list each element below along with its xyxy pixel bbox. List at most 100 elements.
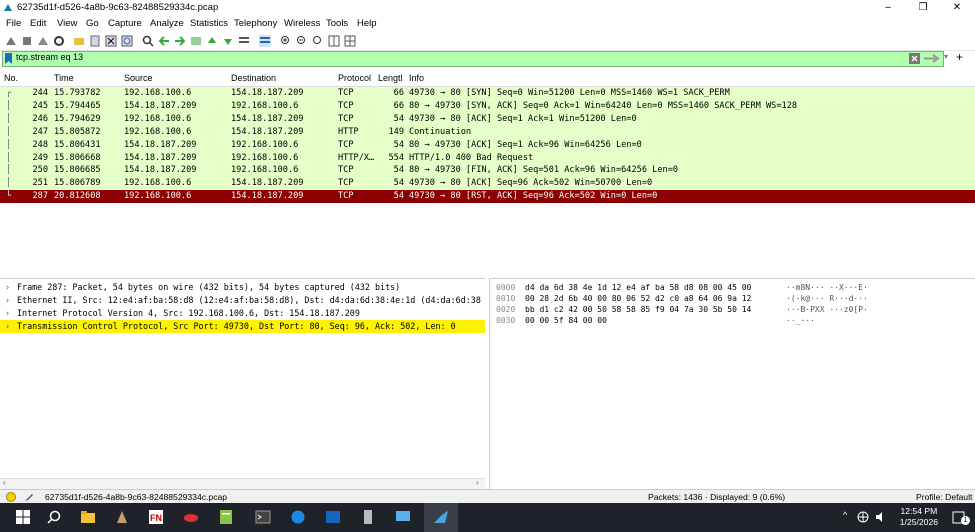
display-filter-input[interactable] bbox=[2, 51, 944, 67]
packet-row[interactable]: 248 15.806431 154.18.187.209 192.168.100.6 T… bbox=[0, 138, 975, 152]
normal-size-icon[interactable] bbox=[312, 35, 324, 47]
packet-row[interactable]: 250 15.806685 154.18.187.209 192.168.100.6 T… bbox=[0, 164, 975, 178]
expand-arrow-icon[interactable]: › bbox=[5, 320, 10, 333]
maximize-button[interactable]: ❐ bbox=[906, 0, 940, 16]
bytes-ascii[interactable]: ·(-k@··· R···d··· bbox=[786, 293, 868, 304]
wireshark-app-icon bbox=[4, 4, 12, 11]
auto-scroll-icon[interactable] bbox=[238, 35, 250, 47]
column-time[interactable]: Time bbox=[54, 73, 74, 83]
scroll-left-icon[interactable]: ‹ bbox=[3, 478, 6, 487]
capture-options-icon[interactable] bbox=[53, 35, 65, 47]
file-explorer-icon[interactable] bbox=[80, 509, 96, 525]
main-toolbar bbox=[0, 32, 975, 51]
apply-filter-icon[interactable] bbox=[923, 53, 941, 64]
clear-filter-icon[interactable] bbox=[909, 53, 920, 64]
detail-row-ethernet[interactable]: › Ethernet II, Src: 12:e4:af:ba:58:d8 (1… bbox=[0, 294, 485, 307]
network-app-icon[interactable] bbox=[290, 509, 306, 525]
go-first-packet-icon[interactable] bbox=[206, 35, 218, 47]
column-info[interactable]: Info bbox=[409, 73, 424, 83]
search-icon[interactable] bbox=[46, 509, 62, 525]
volume-icon[interactable] bbox=[875, 511, 887, 523]
menu-analyze[interactable]: Analyze bbox=[150, 18, 184, 29]
expand-arrow-icon[interactable]: › bbox=[5, 294, 10, 307]
menu-view[interactable]: View bbox=[57, 18, 77, 29]
menu-tools[interactable]: Tools bbox=[326, 18, 348, 29]
column-source[interactable]: Source bbox=[124, 73, 153, 83]
monitor-app-icon[interactable] bbox=[395, 509, 411, 525]
go-back-icon[interactable] bbox=[158, 35, 170, 47]
bytes-ascii[interactable]: ··m8N··· ··X···E· bbox=[786, 282, 868, 293]
go-forward-icon[interactable] bbox=[174, 35, 186, 47]
expand-arrow-icon[interactable]: › bbox=[5, 281, 10, 294]
packet-row[interactable]: 246 15.794629 192.168.100.6 154.18.187.209 T… bbox=[0, 112, 975, 126]
shark-fin-start-icon[interactable] bbox=[5, 35, 17, 47]
reload-file-icon[interactable] bbox=[121, 35, 133, 47]
filter-dropdown-icon[interactable]: ▾ bbox=[944, 52, 948, 61]
scroll-right-icon[interactable]: › bbox=[476, 478, 479, 487]
bytes-ascii[interactable]: ···B·PXX ···z0[P· bbox=[786, 304, 868, 315]
go-last-packet-icon[interactable] bbox=[222, 35, 234, 47]
menu-wireless[interactable]: Wireless bbox=[284, 18, 320, 29]
packet-row[interactable]: 247 15.805872 192.168.100.6 154.18.187.209 H… bbox=[0, 125, 975, 139]
taskbar-clock[interactable]: 12:54 PM 1/25/2026 bbox=[900, 506, 938, 528]
stop-capture-icon[interactable] bbox=[21, 35, 33, 47]
packet-row[interactable]: 287 20.812608 192.168.100.6 154.18.187.209 T… bbox=[0, 190, 975, 204]
bytes-offset: 0020 bbox=[496, 305, 516, 314]
menu-go[interactable]: Go bbox=[86, 18, 99, 29]
menu-help[interactable]: Help bbox=[357, 18, 377, 29]
add-filter-button[interactable]: + bbox=[956, 50, 963, 64]
column-protocol[interactable]: Protocol bbox=[338, 73, 371, 83]
packet-source: 154.18.187.209 bbox=[124, 100, 197, 111]
save-file-icon[interactable] bbox=[89, 35, 101, 47]
find-packet-icon[interactable] bbox=[142, 35, 154, 47]
packet-row[interactable]: 251 15.806789 192.168.100.6 154.18.187.209 T… bbox=[0, 177, 975, 191]
globe-icon[interactable] bbox=[857, 511, 869, 523]
bytes-hex[interactable]: d4 da 6d 38 4e 1d 12 e4 af ba 58 d8 08 0… bbox=[525, 282, 751, 293]
expert-info-icon[interactable] bbox=[6, 492, 16, 502]
bytes-ascii[interactable]: ··_··· bbox=[786, 315, 815, 326]
red-app-icon[interactable] bbox=[183, 509, 199, 525]
terminal-blue-icon[interactable] bbox=[325, 509, 341, 525]
open-file-icon[interactable] bbox=[73, 35, 85, 47]
detective-icon[interactable] bbox=[360, 509, 376, 525]
status-profile[interactable]: Profile: Default bbox=[916, 492, 972, 502]
layout-icon[interactable] bbox=[344, 35, 356, 47]
menu-file[interactable]: File bbox=[6, 18, 21, 29]
go-to-packet-icon[interactable] bbox=[190, 35, 202, 47]
bookmark-icon[interactable] bbox=[5, 53, 12, 64]
bytes-hex[interactable]: bb d1 c2 42 00 50 58 58 85 f9 04 7a 30 5… bbox=[525, 304, 751, 315]
terminal-icon[interactable] bbox=[255, 509, 271, 525]
column-destination[interactable]: Destination bbox=[231, 73, 276, 83]
notepad-plus-icon[interactable] bbox=[218, 509, 234, 525]
detail-row-tcp[interactable]: › Transmission Control Protocol, Src Por… bbox=[0, 320, 485, 333]
packet-row[interactable]: 249 15.806668 154.18.187.209 192.168.100.6 H… bbox=[0, 151, 975, 165]
minimize-button[interactable]: – bbox=[871, 0, 905, 16]
taskbar-active-app[interactable] bbox=[424, 503, 458, 532]
zoom-in-icon[interactable] bbox=[280, 35, 292, 47]
close-file-icon[interactable] bbox=[105, 35, 117, 47]
packet-row[interactable]: 244 15.793782 192.168.100.6 154.18.187.209 T… bbox=[0, 87, 975, 100]
close-button[interactable]: ✕ bbox=[940, 0, 974, 16]
packet-row[interactable]: 245 15.794465 154.18.187.209 192.168.100.6 T… bbox=[0, 99, 975, 113]
packet-protocol: HTTP bbox=[338, 126, 359, 137]
restart-capture-icon[interactable] bbox=[37, 35, 49, 47]
resize-columns-icon[interactable] bbox=[328, 35, 340, 47]
menu-edit[interactable]: Edit bbox=[30, 18, 46, 29]
windows-start-icon[interactable] bbox=[15, 509, 31, 525]
detail-row-ipv4[interactable]: › Internet Protocol Version 4, Src: 192.… bbox=[0, 307, 485, 320]
show-hidden-icons-icon[interactable]: ^ bbox=[843, 510, 847, 520]
column-length[interactable]: Lengtl bbox=[378, 73, 403, 83]
edit-comment-icon[interactable] bbox=[24, 492, 34, 502]
column-no[interactable]: No. bbox=[4, 73, 18, 83]
menu-statistics[interactable]: Statistics bbox=[190, 18, 228, 29]
detail-row-frame[interactable]: › Frame 287: Packet, 54 bytes on wire (4… bbox=[0, 281, 485, 294]
colorize-icon[interactable] bbox=[259, 35, 271, 47]
ghidra-icon[interactable] bbox=[114, 509, 130, 525]
menu-telephony[interactable]: Telephony bbox=[234, 18, 277, 29]
bytes-hex[interactable]: 00 00 5f 84 00 00 bbox=[525, 315, 607, 326]
bytes-hex[interactable]: 00 28 2d 6b 40 00 80 06 52 d2 c0 a8 64 0… bbox=[525, 293, 751, 304]
expand-arrow-icon[interactable]: › bbox=[5, 307, 10, 320]
fn-app-icon[interactable]: FN bbox=[148, 509, 164, 525]
menu-capture[interactable]: Capture bbox=[108, 18, 142, 29]
zoom-out-icon[interactable] bbox=[296, 35, 308, 47]
